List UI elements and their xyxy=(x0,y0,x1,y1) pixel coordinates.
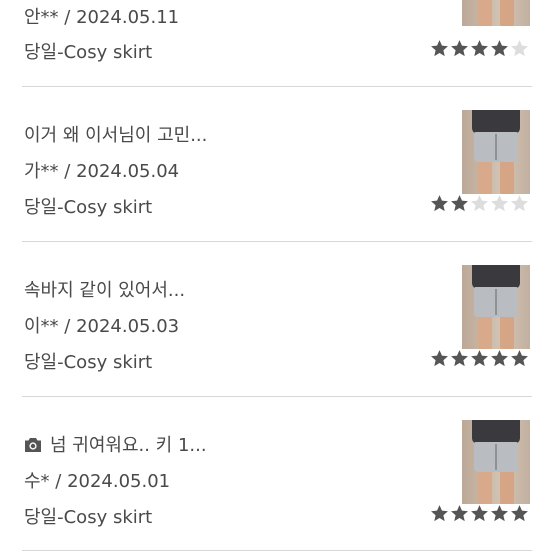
star-filled-icon xyxy=(451,40,468,57)
review-product: 당일-Cosy skirt xyxy=(24,197,153,218)
star-filled-icon xyxy=(431,505,448,522)
review-title-row: 넘 귀여워요.. 키 1... xyxy=(24,431,207,457)
star-filled-icon xyxy=(511,505,528,522)
review-product: 당일-Cosy skirt xyxy=(24,352,153,373)
star-filled-icon xyxy=(431,40,448,57)
review-thumbnail[interactable] xyxy=(462,0,530,26)
star-rating xyxy=(430,194,529,213)
star-filled-icon xyxy=(471,505,488,522)
review-thumbnail[interactable] xyxy=(462,265,530,349)
star-empty-icon xyxy=(511,40,528,57)
star-rating xyxy=(430,39,529,58)
camera-icon xyxy=(25,438,41,452)
divider xyxy=(22,550,532,551)
star-filled-icon xyxy=(491,40,508,57)
star-empty-icon xyxy=(511,195,528,212)
review-title: 넘 귀여워요.. 키 1... xyxy=(50,435,207,456)
divider xyxy=(22,396,532,397)
star-empty-icon xyxy=(491,195,508,212)
review-thumbnail[interactable] xyxy=(462,420,530,504)
review-meta: 가** / 2024.05.04 xyxy=(24,161,180,182)
star-filled-icon xyxy=(451,505,468,522)
star-empty-icon xyxy=(471,195,488,212)
review-meta: 이** / 2024.05.03 xyxy=(24,316,180,337)
star-filled-icon xyxy=(491,350,508,367)
divider xyxy=(22,241,532,242)
star-filled-icon xyxy=(431,350,448,367)
review-title: 이거 왜 이서님이 고민... xyxy=(24,125,208,146)
review-product: 당일-Cosy skirt xyxy=(24,42,153,63)
star-filled-icon xyxy=(511,350,528,367)
star-filled-icon xyxy=(471,40,488,57)
star-filled-icon xyxy=(491,505,508,522)
review-product: 당일-Cosy skirt xyxy=(24,507,153,528)
star-filled-icon xyxy=(471,350,488,367)
review-thumbnail[interactable] xyxy=(462,110,530,194)
star-filled-icon xyxy=(431,195,448,212)
review-meta: 수* / 2024.05.01 xyxy=(24,471,171,492)
star-rating xyxy=(430,349,529,368)
star-filled-icon xyxy=(451,195,468,212)
star-filled-icon xyxy=(451,350,468,367)
review-meta: 안** / 2024.05.11 xyxy=(24,7,180,28)
review-title: 속바지 같이 있어서... xyxy=(24,280,186,301)
divider xyxy=(22,86,532,87)
star-rating xyxy=(430,504,529,523)
